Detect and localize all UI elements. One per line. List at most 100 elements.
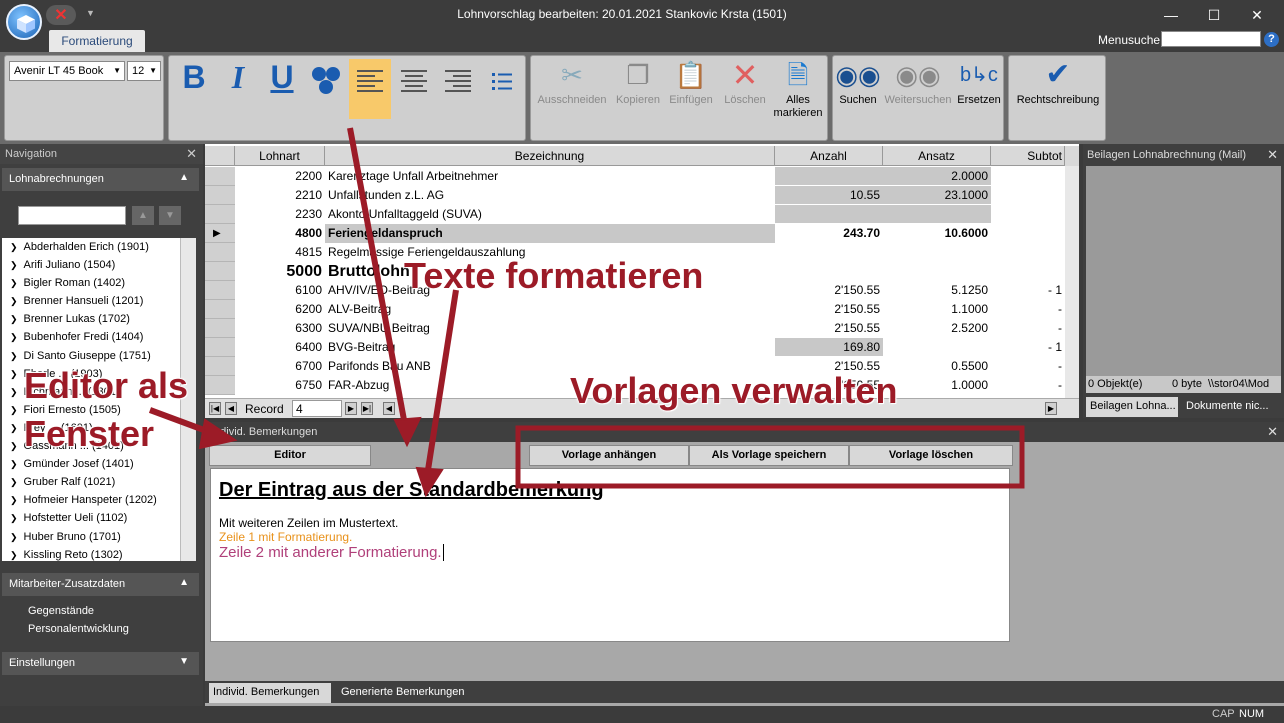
row-selector[interactable] <box>205 167 235 186</box>
cell-subtot[interactable] <box>991 205 1065 224</box>
col-subtot[interactable]: Subtot <box>991 146 1065 166</box>
cell-anzahl[interactable] <box>775 205 883 224</box>
cell-subtot[interactable] <box>991 224 1065 243</box>
nav-link-gegenstaende[interactable]: Gegenstände <box>28 605 94 617</box>
vorlage-anhaengen-button[interactable]: Vorlage anhängen <box>529 445 689 466</box>
last-record-button[interactable]: ▶| <box>361 402 373 415</box>
table-row[interactable]: 2230 Akonto Unfalltaggeld (SUVA) <box>205 205 1073 224</box>
next-record-button[interactable]: ▶ <box>345 402 357 415</box>
cell-name[interactable]: Unfallstunden z.L. AG <box>325 186 775 205</box>
cell-subtot[interactable]: - <box>991 300 1065 319</box>
search-next-button[interactable]: ◉◉ Weitersuchen <box>881 60 955 124</box>
first-record-button[interactable]: |◀ <box>209 402 221 415</box>
cell-anzahl[interactable]: 2'150.55 <box>775 300 883 319</box>
list-item[interactable]: ❯ Bubenhofer Fredi (1404) <box>2 328 180 346</box>
cell-anzahl[interactable]: 243.70 <box>775 224 883 243</box>
col-bezeichnung[interactable]: Bezeichnung <box>325 146 775 166</box>
record-number-input[interactable]: 4 <box>292 400 342 417</box>
cell-ansatz[interactable] <box>883 243 991 262</box>
help-icon[interactable]: ? <box>1264 32 1279 47</box>
font-name-select[interactable]: Avenir LT 45 Book ▼ <box>9 61 125 81</box>
color-button[interactable] <box>305 59 347 119</box>
cell-code[interactable]: 2200 <box>235 167 325 186</box>
row-selector[interactable] <box>205 281 235 300</box>
maximize-icon[interactable]: ☐ <box>1199 4 1229 26</box>
app-cube-icon[interactable] <box>6 4 42 40</box>
row-selector[interactable] <box>205 262 235 281</box>
cell-ansatz[interactable]: 1.0000 <box>883 376 991 395</box>
cell-code[interactable]: 6400 <box>235 338 325 357</box>
cell-name[interactable]: Feriengeldanspruch <box>325 224 775 243</box>
align-right-button[interactable] <box>437 59 479 119</box>
cell-ansatz[interactable] <box>883 262 991 281</box>
cell-anzahl[interactable] <box>775 243 883 262</box>
search-button[interactable]: ◉◉ Suchen <box>835 60 881 124</box>
table-row[interactable]: 6300 SUVA/NBU Beitrag 2'150.55 2.5200- <box>205 319 1073 338</box>
align-center-button[interactable] <box>393 59 435 119</box>
bullet-list-button[interactable] <box>481 59 523 119</box>
list-item[interactable]: ❯ Arifi Juliano (1504) <box>2 256 180 274</box>
spellcheck-button[interactable]: ✔ Rechtschreibung <box>1011 60 1105 124</box>
table-row[interactable]: ▶ 4800 Feriengeldanspruch 243.70 10.6000 <box>205 224 1073 243</box>
font-size-select[interactable]: 12 ▼ <box>127 61 161 81</box>
list-item[interactable]: ❯ Abderhalden Erich (1901) <box>2 238 180 256</box>
table-row[interactable]: 2210 Unfallstunden z.L. AG 10.55 23.1000 <box>205 186 1073 205</box>
tab-beilagen[interactable]: Beilagen Lohna... <box>1086 397 1178 417</box>
list-item[interactable]: ❯ Gruber Ralf (1021) <box>2 473 180 491</box>
row-selector[interactable] <box>205 205 235 224</box>
tab-generierte-bemerkungen[interactable]: Generierte Bemerkungen <box>335 683 485 703</box>
cell-anzahl[interactable]: 2'150.55 <box>775 281 883 300</box>
cell-subtot[interactable]: - <box>991 357 1065 376</box>
list-item[interactable]: ❯ Brenner Lukas (1702) <box>2 310 180 328</box>
prev-record-button[interactable]: ◀ <box>225 402 237 415</box>
section-lohnabrechnungen[interactable]: Lohnabrechnungen ▲ <box>2 168 199 191</box>
cell-subtot[interactable]: - 1 <box>991 338 1065 357</box>
tab-dokumente[interactable]: Dokumente nic... <box>1182 397 1281 417</box>
list-item[interactable]: ❯ Gmünder Josef (1401) <box>2 455 180 473</box>
col-lohnart[interactable]: Lohnart <box>235 146 325 166</box>
cell-code[interactable]: 6750 <box>235 376 325 395</box>
col-ansatz[interactable]: Ansatz <box>883 146 991 166</box>
close-icon[interactable]: ✕ <box>186 146 197 162</box>
quick-access-dropdown-icon[interactable]: ▼ <box>86 8 95 18</box>
cell-name[interactable]: BVG-Beitrag <box>325 338 775 357</box>
list-item[interactable]: ❯ Kissling Reto (1302) <box>2 546 180 561</box>
cell-ansatz[interactable]: 2.0000 <box>883 167 991 186</box>
tab-individ-bemerkungen[interactable]: Individ. Bemerkungen <box>209 683 331 703</box>
cell-ansatz[interactable]: 2.5200 <box>883 319 991 338</box>
cell-ansatz[interactable]: 5.1250 <box>883 281 991 300</box>
cell-subtot[interactable]: - 1 <box>991 281 1065 300</box>
row-selector[interactable] <box>205 243 235 262</box>
col-anzahl[interactable]: Anzahl <box>775 146 883 166</box>
list-item[interactable]: ❯ Brenner Hansueli (1201) <box>2 292 180 310</box>
cell-code[interactable]: 6300 <box>235 319 325 338</box>
cell-code[interactable]: 2230 <box>235 205 325 224</box>
table-row[interactable]: 2200 Karenztage Unfall Arbeitnehmer 2.0000 <box>205 167 1073 186</box>
cell-subtot[interactable]: - <box>991 376 1065 395</box>
cut-button[interactable]: ✂ Ausschneiden <box>535 60 609 124</box>
row-selector[interactable]: ▶ <box>205 224 235 243</box>
cell-code[interactable]: 4800 <box>235 224 325 243</box>
list-item[interactable]: ❯ Huber Bruno (1701) <box>2 528 180 546</box>
cell-anzahl[interactable] <box>775 262 883 281</box>
cell-ansatz[interactable]: 0.5500 <box>883 357 991 376</box>
minimize-icon[interactable]: — <box>1156 4 1186 26</box>
scroll-left-button[interactable]: ◀ <box>383 402 395 415</box>
row-selector[interactable] <box>205 357 235 376</box>
table-row[interactable]: 6400 BVG-Beitrag 169.80 - 1 <box>205 338 1073 357</box>
delete-button[interactable]: ✕ Löschen <box>719 59 771 124</box>
cell-name[interactable]: ALV-Beitrag <box>325 300 775 319</box>
close-icon[interactable]: ✕ <box>1267 424 1278 440</box>
cell-code[interactable]: 2210 <box>235 186 325 205</box>
cell-name[interactable]: Akonto Unfalltaggeld (SUVA) <box>325 205 775 224</box>
table-row[interactable]: 6200 ALV-Beitrag 2'150.55 1.1000- <box>205 300 1073 319</box>
nav-link-personalentwicklung[interactable]: Personalentwicklung <box>28 623 129 635</box>
vorlage-loeschen-button[interactable]: Vorlage löschen <box>849 445 1013 466</box>
cell-ansatz[interactable]: 1.1000 <box>883 300 991 319</box>
cell-subtot[interactable] <box>991 186 1065 205</box>
replace-button[interactable]: b↳c Ersetzen <box>955 60 1003 124</box>
cell-anzahl[interactable]: 2'150.55 <box>775 319 883 338</box>
nav-prev-button[interactable]: ▲ <box>132 206 154 225</box>
copy-button[interactable]: ❐ Kopieren <box>611 60 665 124</box>
cell-anzahl[interactable]: 169.80 <box>775 338 883 357</box>
